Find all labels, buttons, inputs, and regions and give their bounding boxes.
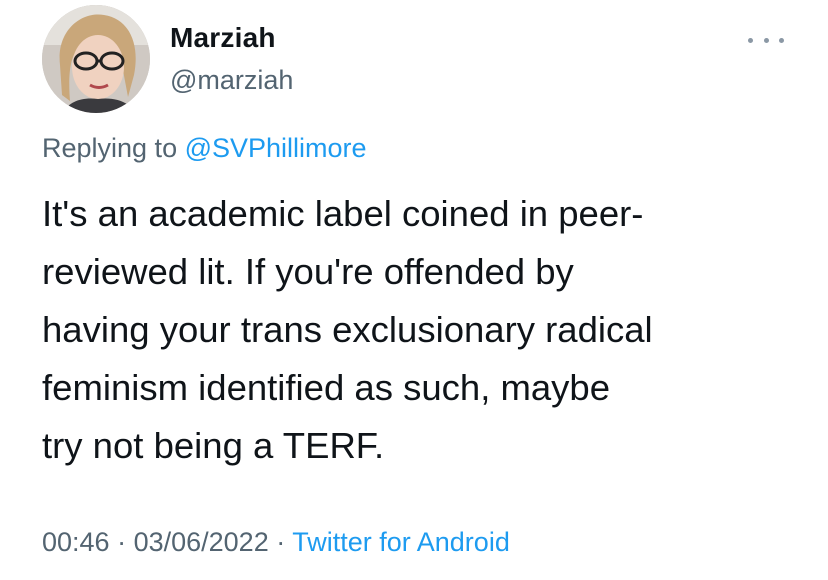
tweet-time[interactable]: 00:46 bbox=[42, 527, 110, 557]
avatar[interactable] bbox=[42, 5, 150, 113]
tweet-text-line: try not being a TERF. bbox=[42, 425, 385, 466]
more-horizontal-icon-dot bbox=[779, 37, 784, 43]
user-handle[interactable]: @marziah bbox=[170, 64, 293, 96]
replying-to-label: Replying to bbox=[42, 133, 185, 163]
tweet-text-line: feminism identified as such, maybe bbox=[42, 367, 611, 408]
tweet-source-link[interactable]: Twitter for Android bbox=[292, 527, 510, 557]
meta-separator: · bbox=[109, 527, 134, 557]
more-options-button[interactable] bbox=[748, 30, 784, 50]
avatar-image bbox=[42, 5, 150, 113]
more-horizontal-icon bbox=[748, 37, 753, 43]
tweet-date[interactable]: 03/06/2022 bbox=[134, 527, 269, 557]
more-horizontal-icon-dot bbox=[763, 37, 769, 43]
tweet-metadata: 00:46 · 03/06/2022 · Twitter for Android bbox=[42, 526, 510, 558]
tweet-text-line: It's an academic label coined in peer- bbox=[42, 193, 644, 234]
tweet-text-line: having your trans exclusionary radical bbox=[42, 309, 653, 350]
meta-separator: · bbox=[268, 527, 293, 557]
tweet-card: Marziah @marziah Replying to @SVPhillimo… bbox=[0, 0, 828, 580]
tweet-text-line: reviewed lit. If you're offended by bbox=[42, 251, 574, 292]
tweet-text: It's an academic label coined in peer- r… bbox=[42, 185, 792, 475]
replying-to-line: Replying to @SVPhillimore bbox=[42, 132, 367, 164]
display-name[interactable]: Marziah bbox=[170, 22, 276, 54]
reply-mention-link[interactable]: @SVPhillimore bbox=[185, 133, 367, 163]
